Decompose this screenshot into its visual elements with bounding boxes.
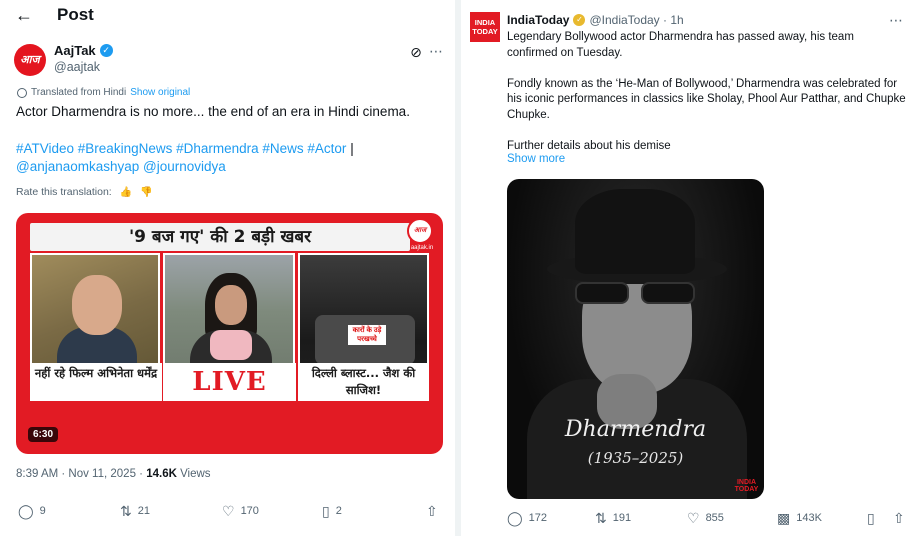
thumbs-down-icon[interactable]: 👎 [140, 187, 152, 198]
bookmark-button[interactable]: ▯ 2 [322, 501, 342, 521]
live-label: LIVE [192, 367, 267, 397]
bookmark-count: 2 [335, 505, 342, 517]
verified-badge-icon: ✓ [99, 44, 113, 57]
tweet-text: Legendary Bollywood actor Dharmendra has… [507, 30, 907, 170]
tweet-paragraph: Legendary Bollywood actor Dharmendra has… [507, 31, 854, 59]
repost-icon: ⇅ [120, 503, 132, 519]
reply-button[interactable]: ◯ 9 [18, 501, 46, 521]
tweet-hashtags: #ATVideo #BreakingNews #Dharmendra #News… [16, 140, 441, 176]
figure-face [215, 285, 247, 325]
video-banner: '9 बज गए' की 2 बड़ी खबर [30, 223, 410, 251]
reply-count: 9 [39, 505, 46, 517]
avatar-text: INDIA TODAY [472, 18, 498, 36]
video-player[interactable]: '9 बज गए' की 2 बड़ी खबर आज तक aajtak.in … [16, 213, 443, 454]
video-caption-3: दिल्ली ब्लास्ट... जैश की साजिश! [298, 363, 429, 401]
left-post-pane: ← Post आज तक AajTak ✓ @aajtak ⊘ ⋯ Transl… [0, 0, 455, 536]
reply-icon: ◯ [507, 510, 523, 526]
avatar[interactable]: आज तक [14, 44, 46, 76]
author-name-row: AajTak ✓ [54, 43, 113, 58]
tweet-image[interactable]: Dharmendra (1935–2025) INDIA TODAY [507, 179, 764, 499]
like-count: 855 [705, 512, 724, 524]
indiatoday-logo: INDIA TODAY [734, 479, 759, 493]
video-banner-text: '9 बज गए' की 2 बड़ी खबर [128, 227, 312, 247]
figure-glasses [575, 282, 697, 306]
globe-icon [17, 87, 27, 98]
right-post-pane: INDIA TODAY IndiaToday ✓ @IndiaToday · 1… [461, 0, 916, 536]
views-count: 14.6K [146, 468, 177, 480]
bookmark-icon: ▯ [322, 503, 330, 519]
page-title: Post [57, 5, 94, 24]
heart-icon: ♡ [687, 510, 700, 526]
like-button[interactable]: ♡ 170 [222, 501, 259, 521]
figure-face [72, 275, 122, 335]
repost-count: 21 [137, 505, 150, 517]
analytics-icon: ▩ [777, 510, 791, 526]
tweet-paragraph: Fondly known as the ‘He-Man of Bollywood… [507, 77, 906, 121]
more-options-icon[interactable]: ⋯ [889, 12, 903, 29]
reply-count: 172 [528, 512, 548, 524]
post-meta: 8:39 AM · Nov 11, 2025 · 14.6K Views [16, 468, 211, 480]
bookmark-icon: ▯ [867, 510, 875, 526]
avatar-text: आज तक [20, 54, 40, 66]
like-button[interactable]: ♡ 855 [687, 508, 724, 528]
hashtag-separator: | [350, 141, 354, 156]
lens-right [641, 282, 695, 304]
views-label: Views [176, 468, 211, 480]
arrow-left-icon[interactable]: ← [14, 5, 34, 25]
aajtak-logo: आज तक [407, 218, 433, 256]
share-button[interactable]: ⇧ [426, 501, 438, 521]
post-actions: ◯ 9 ⇅ 21 ♡ 170 ▯ 2 ⇧ [16, 501, 443, 521]
tweet-text: Actor Dharmendra is no more... the end o… [16, 104, 410, 119]
repost-button[interactable]: ⇅ 21 [120, 501, 150, 521]
tweet-paragraph: Further details about his demise [507, 139, 671, 152]
image-caption-years: (1935–2025) [587, 449, 684, 467]
share-icon: ⇧ [893, 510, 905, 526]
author-name[interactable]: AajTak [54, 43, 96, 58]
avatar[interactable]: INDIA TODAY [470, 12, 500, 42]
grok-icon[interactable]: ⊘ [408, 44, 424, 60]
share-icon: ⇧ [426, 503, 438, 519]
mention-list[interactable]: @anjanaomkashyap @journovidya [16, 159, 226, 174]
author-name[interactable]: IndiaToday [507, 13, 569, 27]
repost-icon: ⇅ [595, 510, 607, 526]
share-button[interactable]: ⇧ [893, 508, 905, 528]
figure-scarf [210, 330, 252, 360]
show-more-link[interactable]: Show more [507, 153, 565, 165]
thumbs-up-icon[interactable]: 👍 [120, 187, 132, 198]
bookmark-button[interactable]: ▯ [867, 508, 875, 528]
post-timestamp[interactable]: 8:39 AM · Nov 11, 2025 · [16, 468, 146, 480]
aajtak-url: aajtak.in [410, 245, 434, 251]
repost-button[interactable]: ⇅ 191 [595, 508, 631, 528]
video-caption-1: नहीं रहे फिल्म अभिनेता धर्मेंद्र [30, 363, 162, 401]
like-count: 170 [240, 505, 259, 517]
verified-badge-icon: ✓ [573, 14, 586, 26]
author-handle[interactable]: @IndiaToday · 1h [589, 13, 683, 27]
image-caption-name: Dharmendra [564, 417, 707, 442]
figure-hat [575, 189, 695, 274]
post-actions: ◯ 172 ⇅ 191 ♡ 855 ▩ 143K ▯ ⇧ [507, 508, 907, 528]
views-button[interactable]: ▩ 143K [777, 508, 822, 528]
rate-translation: Rate this translation: 👍 👎 [16, 186, 153, 198]
reply-icon: ◯ [18, 503, 34, 519]
panel-label: कारों के उड़े परखच्चे [348, 325, 386, 345]
author-name-row: IndiaToday ✓ @IndiaToday · 1h [507, 13, 684, 27]
translation-notice: Translated from Hindi Show original [17, 87, 190, 98]
author-handle[interactable]: @aajtak [54, 60, 100, 74]
views-count: 143K [796, 512, 822, 524]
lens-left [575, 282, 629, 304]
repost-count: 191 [612, 512, 632, 524]
more-options-icon[interactable]: ⋯ [428, 44, 444, 60]
translated-label: Translated from Hindi [31, 87, 127, 98]
rate-label: Rate this translation: [16, 186, 112, 198]
show-original-link[interactable]: Show original [130, 87, 190, 98]
video-caption-live: LIVE [163, 363, 296, 401]
hashtag-list[interactable]: #ATVideo #BreakingNews #Dharmendra #News… [16, 141, 346, 156]
reply-button[interactable]: ◯ 172 [507, 508, 547, 528]
heart-icon: ♡ [222, 503, 235, 519]
video-duration: 6:30 [28, 427, 59, 442]
